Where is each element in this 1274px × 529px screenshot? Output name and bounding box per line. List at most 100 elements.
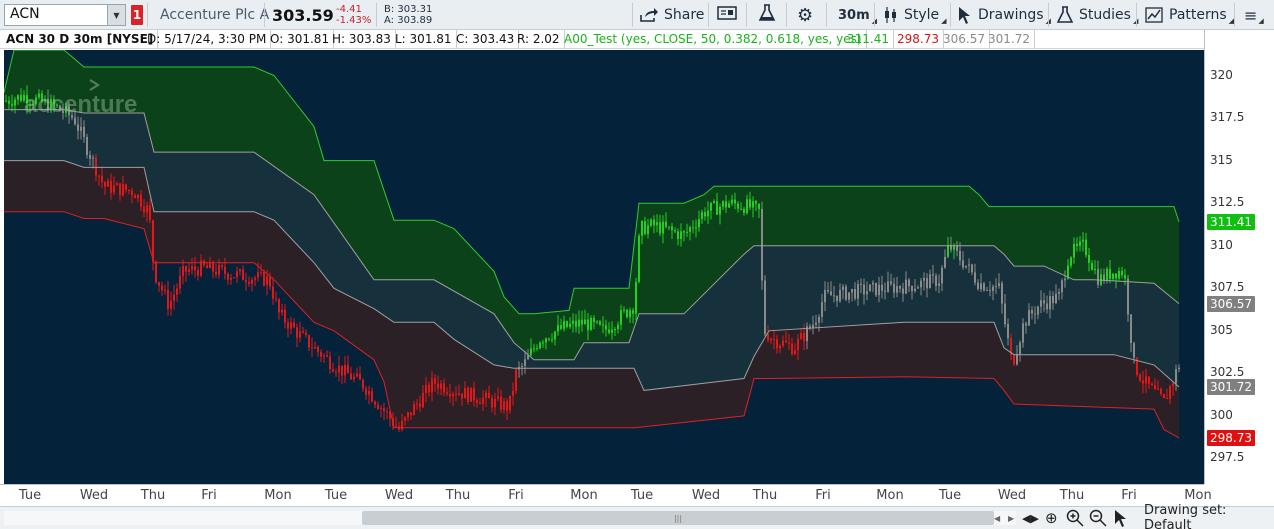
candle-body [926,278,928,289]
candle-body [692,227,694,229]
candle-body [839,289,841,302]
candle-body [686,231,688,233]
candle-body [995,286,997,288]
pointer-mode-button[interactable] [1114,509,1128,527]
chart-settings-button[interactable]: ⚙ [797,0,813,30]
price-chart-plot[interactable]: accenture [4,50,1204,484]
time-tick-label: Wed [79,488,109,503]
candle-body [494,398,496,408]
candle-body [575,320,577,327]
candle-body [791,343,793,355]
candle-body [884,290,886,292]
candle-body [380,408,382,410]
symbol-dropdown-button[interactable]: ▼ [107,5,125,25]
time-axis[interactable]: Tue Wed Thu Fri Mon Tue Wed Thu Fri Mon Tue Wed Thu F… [0,484,1212,506]
price-axis[interactable]: 320 317.5 315 312.5 310 307.5 305 302.5 300 297.5… [1204,30,1274,484]
candle-body [947,244,949,257]
candle-body [170,300,172,309]
candle-body [131,190,133,196]
candle-body [455,393,457,395]
price-tick-label: 312.5 [1210,195,1245,209]
company-name: Accenture Plc A [160,7,270,23]
candle-body [677,231,679,239]
crosshair-button[interactable]: ⊕ [1045,509,1058,527]
symbol-link-badge[interactable]: 1 [131,5,143,25]
scroll-right-button[interactable]: ▶ [1008,509,1014,527]
candle-body [1100,274,1102,285]
cursor-arrow-icon [1115,510,1126,527]
candle-body [1112,273,1114,279]
price-chart-svg[interactable]: accenture [4,50,1204,484]
candle-body [1139,374,1141,381]
time-tick-label: Thu [140,488,166,503]
patterns-label: Patterns [1169,7,1227,23]
candle-body [356,373,358,377]
candle-body [452,393,454,397]
flask-icon [758,4,776,26]
share-button[interactable]: Share [640,0,704,30]
candle-body [1088,255,1090,263]
expand-time-axis-button[interactable]: ◀▶ [1022,509,1039,527]
candle-body [800,333,802,340]
study-value-upper: 311.41 [843,30,894,49]
candle-body [659,222,661,234]
drawing-set-selector[interactable]: Drawing set: Default [1144,503,1274,529]
price-tick-label: 310 [1210,238,1233,252]
candle-body [641,221,643,236]
thinkback-button[interactable] [758,0,776,30]
style-menu[interactable]: Style ◢ [884,0,947,30]
patterns-menu[interactable]: Patterns ◢ [1145,0,1234,30]
candle-body [323,355,325,357]
candle-body [101,175,103,183]
zoom-in-button[interactable] [1066,509,1084,527]
candle-body [236,271,238,278]
candle-body [449,393,451,397]
candle-body [725,201,727,208]
list-menu-icon: ≡ [1244,5,1258,25]
horizontal-scroll-thumb[interactable]: ||| [362,511,994,525]
candle-body [257,272,259,278]
candle-body [173,294,175,301]
scroll-left-button[interactable]: ◀ [994,509,1000,527]
price-tick-label: 305 [1210,323,1233,337]
time-tick-label: Wed [997,488,1027,503]
candle-body [386,411,388,413]
candle-body [590,317,592,331]
candle-body [944,256,946,268]
candle-body [665,221,667,227]
price-tick-label: 320 [1210,68,1233,82]
study-title[interactable]: A00_Test (yes, CLOSE, 50, 0.382, 0.618, … [560,30,867,49]
candle-body [419,403,421,408]
candle-body [743,208,745,213]
timeframe-dropdown[interactable]: 30m ◢ [838,0,877,30]
studies-menu[interactable]: Studies ◢ [1057,0,1138,30]
zoom-out-button[interactable] [1089,509,1107,527]
candlestick-icon [884,7,898,23]
price-label-mid-lower: 301.72 [1207,379,1255,395]
candle-body [656,222,658,226]
candle-body [509,395,511,411]
candle-body [245,280,247,283]
caret-icon: ◢ [941,17,947,25]
candle-body [626,309,628,317]
candle-body [662,221,664,234]
candle-body [1115,273,1117,279]
flexible-grid-button[interactable] [717,0,737,30]
drawings-menu[interactable]: Drawings ◢ [958,0,1051,30]
candle-body [1034,313,1036,315]
candle-body [980,283,982,290]
candle-body [1133,343,1135,358]
candle-body [116,183,118,186]
candle-body [83,126,85,137]
candle-body [971,264,973,273]
candle-body [1163,394,1165,398]
more-menu-button[interactable]: ≡ ◢ [1244,0,1264,30]
candle-body [248,282,250,284]
candle-body [167,290,169,309]
candle-body [1061,280,1063,293]
candle-body [1124,275,1126,279]
candle-body [335,371,337,373]
candle-body [1154,385,1156,389]
arrow-left-icon: ◀ [994,513,1001,523]
toolbar: ACN ▼ 1 Accenture Plc A 303.59 -4.41 -1.… [0,0,1274,30]
